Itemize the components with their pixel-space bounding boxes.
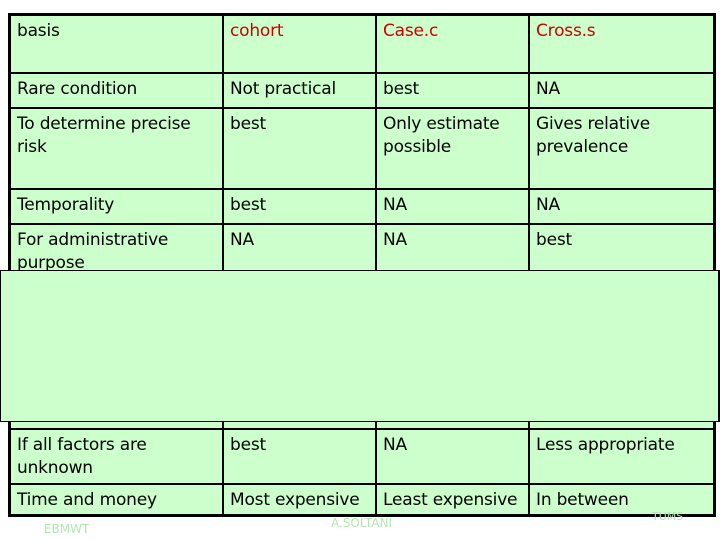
row-label: Temporality: [11, 190, 224, 223]
table-cell: Gives relative prevalence: [536, 114, 651, 157]
table-row: Time and money Most expensive Least expe…: [11, 485, 713, 517]
row-label: To determine precise risk: [11, 109, 224, 188]
table-cell: Not practical: [224, 74, 377, 107]
table-row: To determine precise risk best Only esti…: [11, 109, 713, 190]
footer-right-label: TUMS: [652, 510, 684, 523]
table-cell: NA: [377, 430, 530, 483]
table-cell: best: [224, 430, 377, 483]
footer-left-label: EBMWT: [44, 522, 90, 536]
comparison-table: basis cohort Case.c Cross.s Rare conditi…: [8, 13, 716, 517]
header-cell-cohort: cohort: [224, 16, 377, 72]
table-row: Rare condition Not practical best NA: [11, 74, 713, 109]
header-cell-cross-sectional: Cross.s: [536, 21, 596, 41]
overlay-box: [0, 270, 720, 422]
table-cell: Least expensive: [377, 485, 530, 517]
table-cell: NA: [536, 79, 560, 99]
table-cell: NA: [536, 195, 560, 215]
table-header-row: basis cohort Case.c Cross.s: [11, 16, 713, 74]
table-cell: Most expensive: [224, 485, 377, 517]
row-label: Rare condition: [11, 74, 224, 107]
table-row: Temporality best NA NA: [11, 190, 713, 225]
row-label: If all factors are unknown: [11, 430, 224, 483]
table-cell: best: [224, 190, 377, 223]
header-cell-basis: basis: [11, 16, 224, 72]
table-cell: NA: [377, 190, 530, 223]
table-cell: best: [377, 74, 530, 107]
slide: basis cohort Case.c Cross.s Rare conditi…: [0, 0, 720, 540]
table-cell: In between: [536, 490, 629, 510]
header-cell-case-control: Case.c: [377, 16, 530, 72]
footer-author: A.SOLTANI: [331, 516, 393, 530]
table-cell: Only estimate possible: [377, 109, 530, 188]
row-label: Time and money: [11, 485, 224, 517]
table-row: If all factors are unknown best NA Less …: [11, 430, 713, 485]
table-cell: best: [224, 109, 377, 188]
table-cell: Less appropriate: [536, 435, 675, 455]
